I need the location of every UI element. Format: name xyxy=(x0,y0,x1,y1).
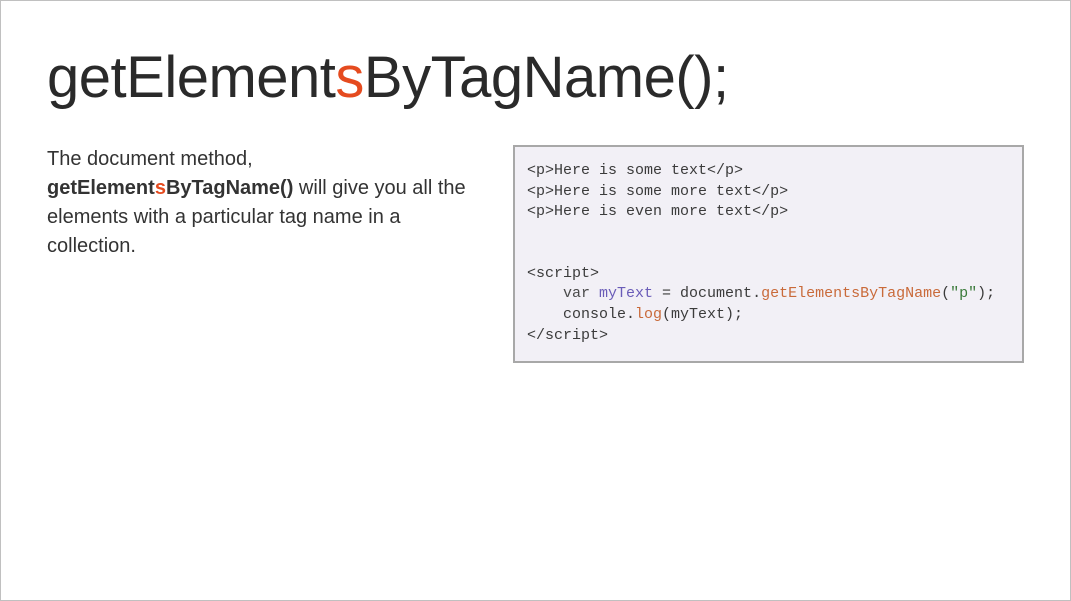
page-title: getElementsByTagName(); xyxy=(47,49,1024,107)
description-text: The document method, getElementsByTagNam… xyxy=(47,145,477,261)
code-example: <p>Here is some text</p> <p>Here is some… xyxy=(513,145,1024,363)
content-row: The document method, getElementsByTagNam… xyxy=(47,145,1024,363)
